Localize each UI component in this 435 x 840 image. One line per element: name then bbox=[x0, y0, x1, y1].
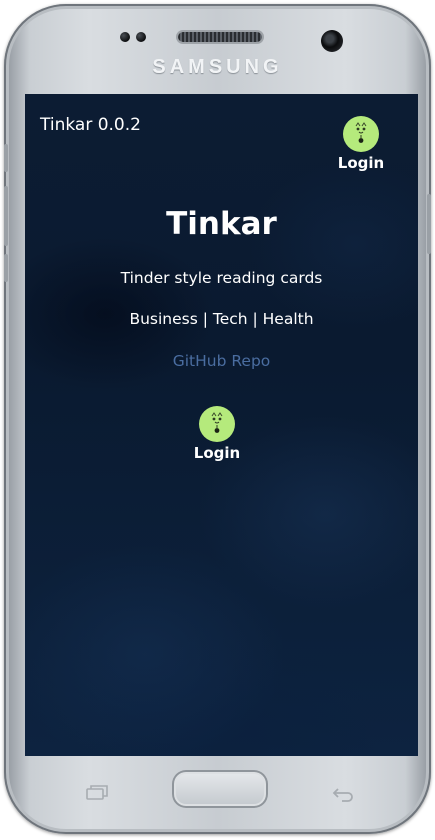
home-button[interactable] bbox=[172, 770, 268, 808]
back-icon[interactable] bbox=[330, 784, 356, 802]
front-camera-icon bbox=[321, 30, 343, 52]
phone-frame: SAMSUNG Tinkar 0.0.2 Login Tinkar Tinder… bbox=[4, 4, 431, 834]
app-title: Tinkar bbox=[166, 206, 277, 242]
volume-button bbox=[4, 186, 8, 246]
side-button bbox=[4, 144, 8, 172]
power-button bbox=[427, 194, 431, 254]
header-login-button[interactable]: Login bbox=[331, 116, 391, 172]
main-login-button[interactable]: Login bbox=[187, 406, 247, 462]
sensor-icon bbox=[120, 32, 130, 42]
category-list: Business | Tech | Health bbox=[129, 310, 314, 328]
avatar-icon bbox=[199, 406, 235, 442]
app-screen: Tinkar 0.0.2 Login Tinkar Tinder style r… bbox=[25, 94, 418, 756]
app-subtitle: Tinder style reading cards bbox=[120, 269, 323, 287]
earpiece-speaker bbox=[178, 32, 262, 42]
sensor-icon bbox=[136, 32, 146, 42]
device-brand-logo: SAMSUNG bbox=[152, 56, 283, 78]
avatar-icon bbox=[343, 116, 379, 152]
login-label: Login bbox=[193, 444, 241, 462]
side-button bbox=[4, 254, 8, 282]
github-repo-link[interactable]: GitHub Repo bbox=[25, 352, 418, 370]
recent-apps-icon[interactable] bbox=[84, 784, 110, 802]
login-label: Login bbox=[337, 154, 385, 172]
app-version-label: Tinkar 0.0.2 bbox=[40, 115, 141, 135]
